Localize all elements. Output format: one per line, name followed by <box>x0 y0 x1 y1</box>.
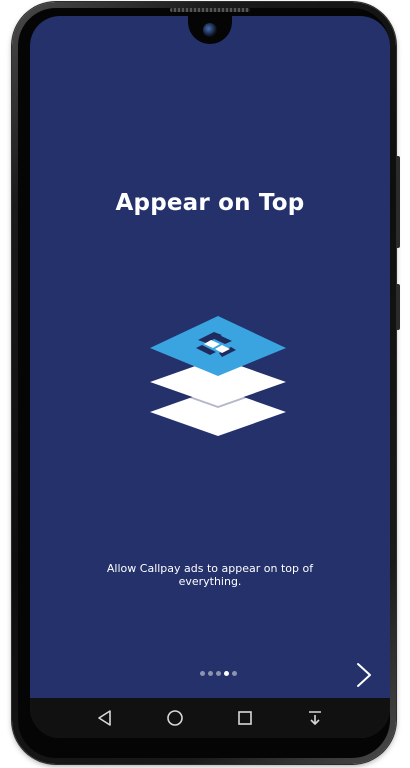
page-dot-active <box>224 671 229 676</box>
permission-description: Allow Callpay ads to appear on top of ev… <box>106 562 314 588</box>
layer-top <box>150 316 286 376</box>
earpiece-speaker <box>170 8 250 12</box>
home-circle-icon <box>167 710 183 726</box>
home-button[interactable] <box>163 706 187 730</box>
next-button[interactable] <box>352 660 376 690</box>
page-dot <box>216 671 221 676</box>
stacked-layers-icon <box>150 316 286 436</box>
camera-notch <box>188 16 232 44</box>
page-dot <box>232 671 237 676</box>
recents-button[interactable] <box>233 706 257 730</box>
page-dot <box>208 671 213 676</box>
recents-square-icon <box>238 711 252 725</box>
back-button[interactable] <box>93 706 117 730</box>
page-dot <box>200 671 205 676</box>
page-indicator <box>200 671 237 679</box>
phone-frame: Appear on Top Allow Callpay ads to appea… <box>12 2 400 764</box>
front-camera-icon <box>203 23 217 37</box>
notification-pull-down-icon <box>309 711 321 725</box>
page-title: Appear on Top <box>115 190 305 216</box>
back-triangle-icon <box>98 710 111 726</box>
power-button <box>396 284 400 330</box>
chevron-right-icon <box>357 663 371 687</box>
system-navigation-bar <box>30 698 390 738</box>
volume-button <box>396 156 400 248</box>
app-screen: Appear on Top Allow Callpay ads to appea… <box>30 16 390 738</box>
notification-panel-button[interactable] <box>303 706 327 730</box>
